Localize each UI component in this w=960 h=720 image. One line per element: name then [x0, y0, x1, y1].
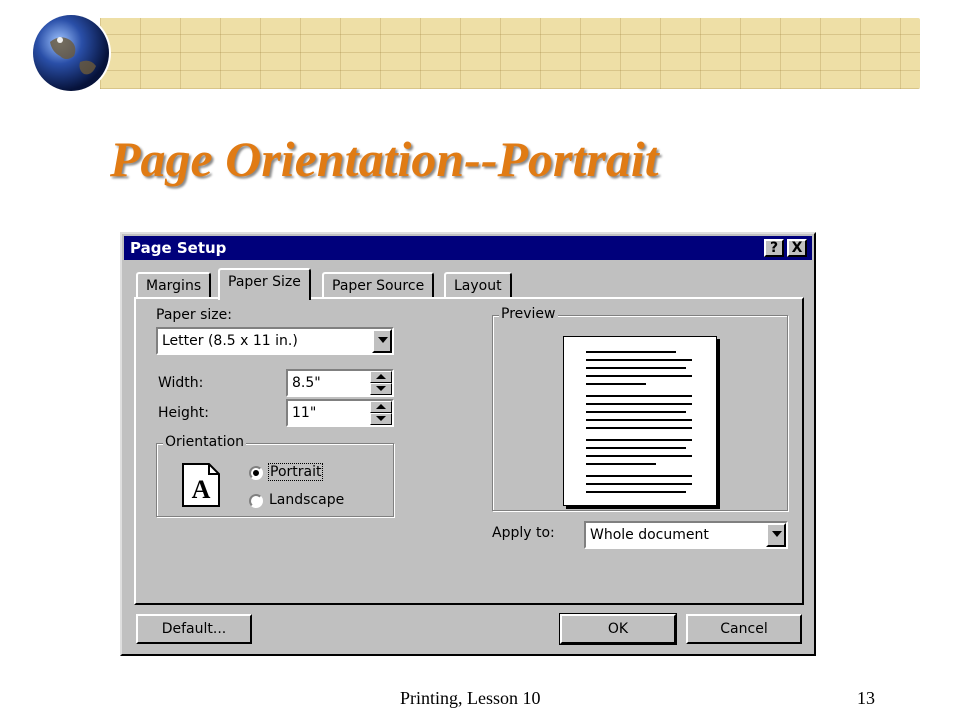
- dropdown-arrow-icon[interactable]: [372, 329, 392, 353]
- orientation-group: Orientation A Portrait Landscape: [156, 434, 394, 517]
- preview-label: Preview: [499, 306, 558, 322]
- tab-margins[interactable]: Margins: [136, 272, 212, 298]
- orientation-label: Orientation: [163, 434, 247, 450]
- paper-size-panel: Paper size: Letter (8.5 x 11 in.) Width:…: [134, 297, 804, 605]
- dropdown-arrow-icon[interactable]: [766, 523, 786, 547]
- width-spinner-icon[interactable]: [370, 371, 392, 395]
- world-map-banner: [100, 18, 920, 89]
- portrait-radio[interactable]: [249, 466, 263, 480]
- width-field[interactable]: 8.5": [286, 369, 394, 397]
- paper-size-label: Paper size:: [156, 307, 232, 323]
- portrait-page-icon: A: [182, 463, 220, 507]
- spin-up-icon[interactable]: [370, 401, 392, 413]
- apply-to-select[interactable]: Whole document: [584, 521, 788, 549]
- ok-button[interactable]: OK: [559, 613, 677, 645]
- height-label: Height:: [158, 405, 209, 421]
- globe-icon: [31, 13, 111, 93]
- width-value: 8.5": [292, 375, 321, 391]
- portrait-label[interactable]: Portrait: [267, 463, 324, 481]
- apply-to-label: Apply to:: [492, 525, 555, 541]
- preview-line: [586, 447, 686, 449]
- spin-up-icon[interactable]: [370, 371, 392, 383]
- help-icon[interactable]: ?: [764, 239, 784, 257]
- paper-size-select[interactable]: Letter (8.5 x 11 in.): [156, 327, 394, 355]
- preview-line: [586, 475, 692, 477]
- tab-layout[interactable]: Layout: [444, 272, 512, 298]
- preview-page: [563, 336, 717, 506]
- preview-line: [586, 403, 692, 405]
- height-value: 11": [292, 405, 317, 421]
- preview-line: [586, 367, 686, 369]
- preview-line: [586, 463, 656, 465]
- landscape-radio[interactable]: [249, 494, 263, 508]
- preview-line: [586, 359, 692, 361]
- slide-title: Page Orientation--Portrait: [110, 131, 659, 187]
- preview-line: [586, 395, 692, 397]
- preview-line: [586, 383, 646, 385]
- dialog-title: Page Setup: [130, 239, 227, 257]
- spin-down-icon[interactable]: [370, 383, 392, 395]
- preview-line: [586, 439, 692, 441]
- width-label: Width:: [158, 375, 204, 391]
- height-field[interactable]: 11": [286, 399, 394, 427]
- slide-page-number: 13: [857, 688, 875, 708]
- apply-to-value: Whole document: [590, 527, 709, 543]
- preview-line: [586, 427, 692, 429]
- preview-line: [586, 419, 692, 421]
- preview-line: [586, 375, 692, 377]
- preview-line: [586, 483, 692, 485]
- preview-line: [586, 455, 692, 457]
- tab-paper-source[interactable]: Paper Source: [322, 272, 435, 298]
- paper-size-value: Letter (8.5 x 11 in.): [162, 333, 298, 349]
- tab-paper-size[interactable]: Paper Size: [218, 268, 311, 300]
- preview-group: Preview: [492, 306, 788, 511]
- page-setup-dialog: Page Setup ? X Margins Paper Size Paper …: [120, 232, 816, 656]
- default-button[interactable]: Default...: [136, 614, 252, 644]
- landscape-label[interactable]: Landscape: [269, 492, 344, 508]
- cancel-button[interactable]: Cancel: [686, 614, 802, 644]
- close-icon[interactable]: X: [787, 239, 807, 257]
- preview-line: [586, 351, 676, 353]
- dialog-titlebar[interactable]: Page Setup ? X: [124, 236, 812, 260]
- portrait-icon-letter: A: [192, 475, 211, 504]
- slide-footer: Printing, Lesson 10: [400, 688, 541, 708]
- preview-line: [586, 411, 686, 413]
- spin-down-icon[interactable]: [370, 413, 392, 425]
- preview-line: [586, 491, 686, 493]
- height-spinner-icon[interactable]: [370, 401, 392, 425]
